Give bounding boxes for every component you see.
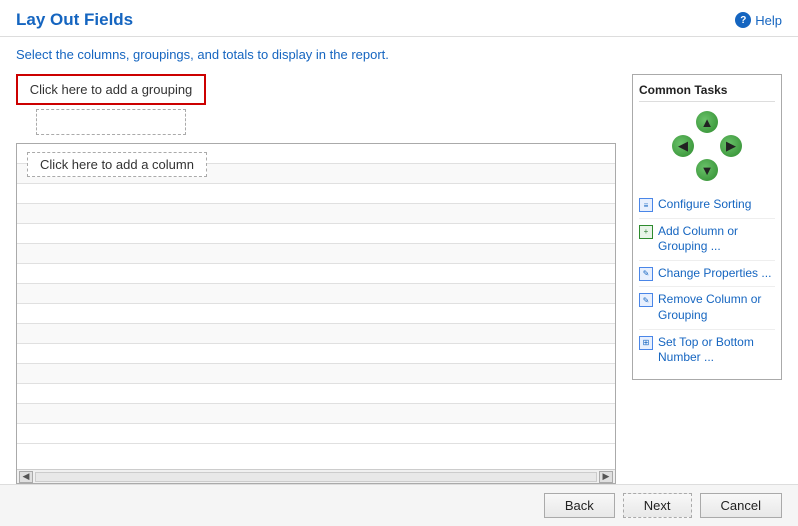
task-add-column[interactable]: + Add Column or Grouping ... [639,219,775,261]
grid-row [17,404,615,424]
move-right-button[interactable]: ▶ [719,134,743,158]
grid-row [17,364,615,384]
left-panel: Click here to add a grouping [16,70,616,484]
task-change-properties-label: Change Properties ... [658,266,771,282]
help-label: Help [755,13,782,28]
grouping-sub-placeholder [36,109,186,135]
page-title: Lay Out Fields [16,10,133,30]
move-down-button[interactable]: ▼ [695,158,719,182]
grid-row [17,424,615,444]
grid-row [17,344,615,364]
next-button[interactable]: Next [623,493,692,518]
left-arrow-icon: ◀ [672,135,694,157]
grid-row [17,304,615,324]
grid-row [17,204,615,224]
scroll-right-arrow[interactable]: ▶ [599,471,613,483]
grid-row [17,324,615,344]
task-configure-sorting[interactable]: ≡ Configure Sorting [639,192,775,219]
task-configure-sorting-label: Configure Sorting [658,197,751,213]
main-content: Click here to add a grouping [0,70,798,484]
remove-column-icon: ✎ [639,293,653,307]
scroll-left-arrow[interactable]: ◀ [19,471,33,483]
sort-icon: ≡ [639,198,653,212]
cancel-button[interactable]: Cancel [700,493,782,518]
task-change-properties[interactable]: ✎ Change Properties ... [639,261,775,288]
task-add-column-label: Add Column or Grouping ... [658,224,775,255]
empty-cell [719,158,743,182]
right-arrow-icon: ▶ [720,135,742,157]
empty-cell [719,110,743,134]
task-set-top-bottom[interactable]: ⊞ Set Top or Bottom Number ... [639,330,775,371]
help-link[interactable]: ? Help [735,12,782,28]
set-top-bottom-icon: ⊞ [639,336,653,350]
subtitle-text-before: Select the columns, groupings, and total… [16,47,272,62]
common-tasks-box: Common Tasks ▲ ◀ ▶ [632,74,782,380]
grid-row [17,384,615,404]
scroll-thumb-track[interactable] [35,472,597,482]
grid-row [17,284,615,304]
arrow-navigation: ▲ ◀ ▶ ▼ [671,110,743,182]
common-tasks-title: Common Tasks [639,83,775,102]
header: Lay Out Fields ? Help [0,0,798,37]
move-up-button[interactable]: ▲ [695,110,719,134]
empty-cell [671,158,695,182]
down-arrow-icon: ▼ [696,159,718,181]
grid-row [17,264,615,284]
change-properties-icon: ✎ [639,267,653,281]
task-remove-column-label: Remove Column or Grouping [658,292,775,323]
empty-cell [695,134,719,158]
subtitle-highlight: display in the report [272,47,385,62]
task-set-top-bottom-label: Set Top or Bottom Number ... [658,335,775,366]
task-remove-column[interactable]: ✎ Remove Column or Grouping [639,287,775,329]
right-panel: Common Tasks ▲ ◀ ▶ [632,70,782,484]
empty-grid [17,144,615,469]
add-column-icon: + [639,225,653,239]
back-button[interactable]: Back [544,493,615,518]
footer: Back Next Cancel [0,484,798,526]
column-area-wrapper: Click here to add a column ◀ ▶ [16,143,616,484]
move-left-button[interactable]: ◀ [671,134,695,158]
grid-rows [17,144,615,444]
page-container: Lay Out Fields ? Help Select the columns… [0,0,798,526]
grid-row [17,184,615,204]
subtitle-text-after: . [385,47,389,62]
up-arrow-icon: ▲ [696,111,718,133]
grid-row [17,224,615,244]
horizontal-scrollbar[interactable]: ◀ ▶ [17,469,615,483]
subtitle: Select the columns, groupings, and total… [0,37,798,70]
empty-cell [671,110,695,134]
grid-row [17,244,615,264]
add-grouping-button[interactable]: Click here to add a grouping [16,74,206,105]
help-icon: ? [735,12,751,28]
add-column-button[interactable]: Click here to add a column [27,152,207,177]
